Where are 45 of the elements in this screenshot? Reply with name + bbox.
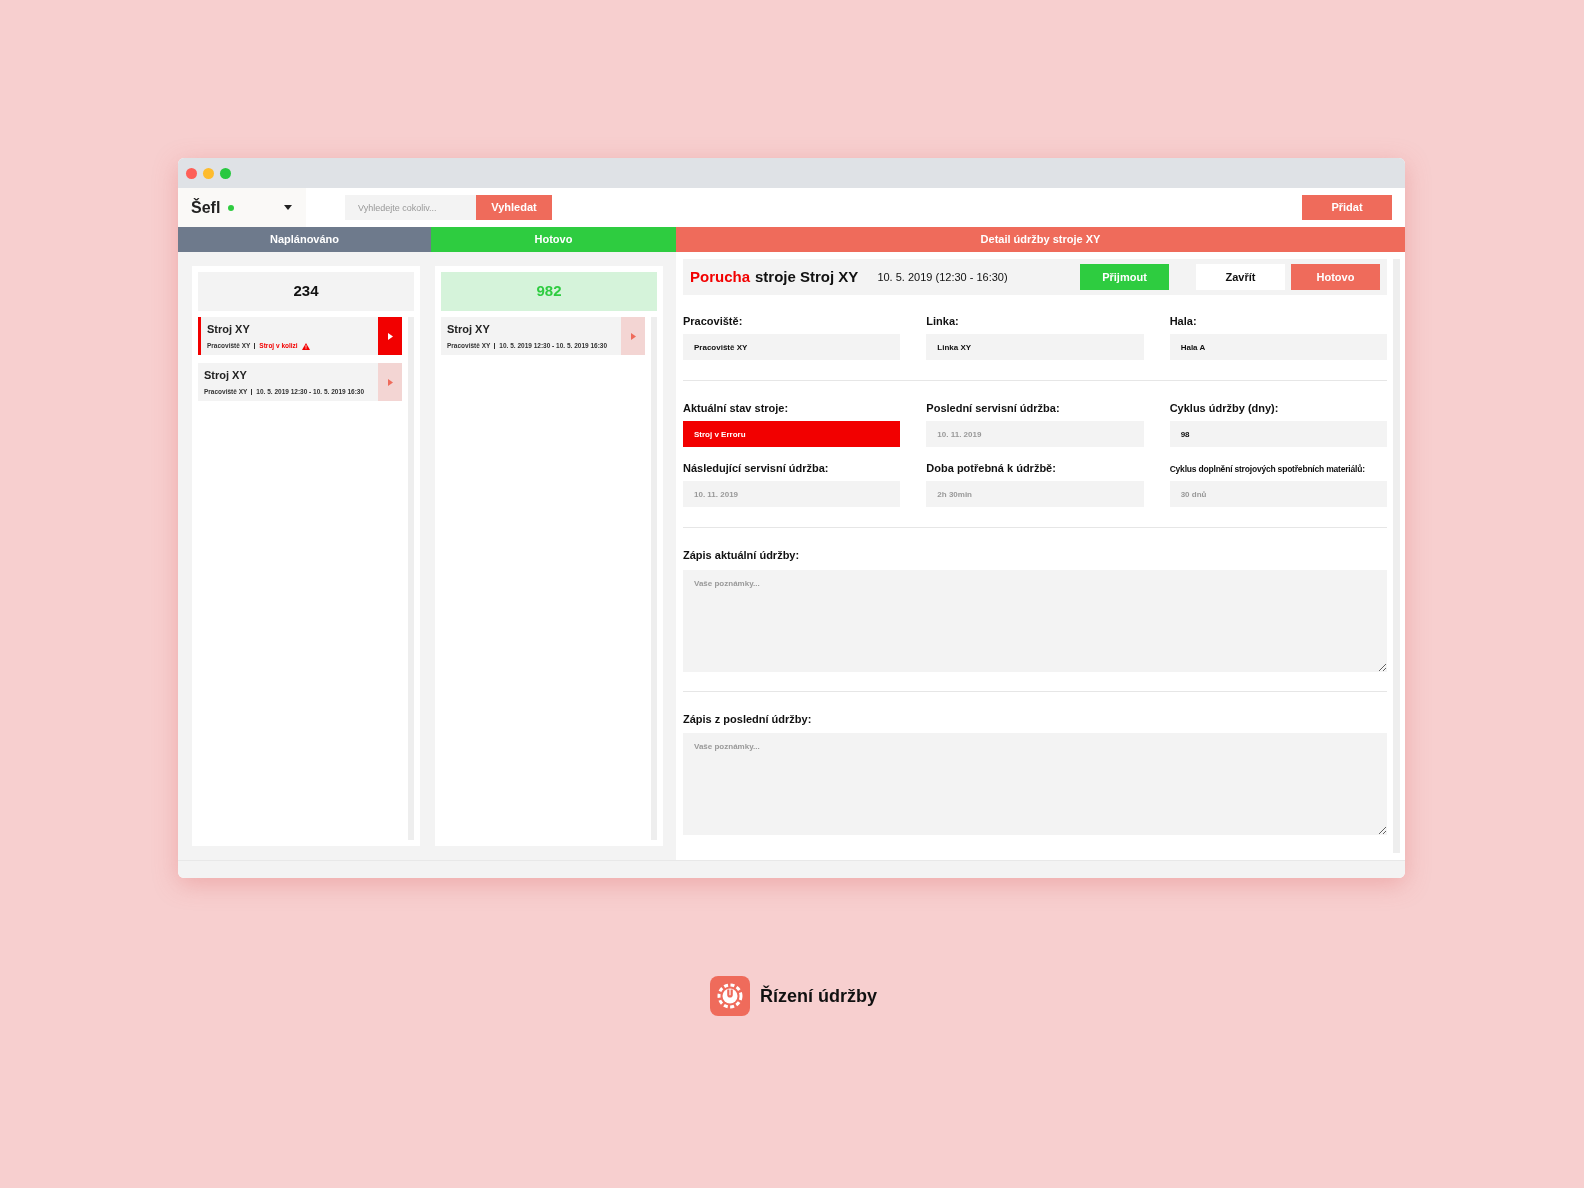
notes-field[interactable]: Vaše poznámky... [683,569,1387,672]
card-title: Stroj XY [207,321,251,337]
user-name: Šefl [191,197,221,218]
gear-wrench-logo-icon [710,976,750,1016]
text-field[interactable]: Pracoviště XY [683,334,901,360]
task-count: 234 [198,272,414,311]
field-label: Poslední servisní údržba: [926,401,1061,416]
detail-date: 10. 5. 2019 (12:30 - 16:30) [877,269,1008,285]
add-button[interactable]: Přidat [1302,195,1392,220]
task-count: 982 [441,272,657,311]
status-field[interactable]: Stroj v Erroru [683,421,901,447]
close-button[interactable]: Zavřít [1196,264,1285,290]
caret-icon [284,205,292,210]
play-icon [630,332,636,340]
card-title: Stroj XY [447,321,491,337]
detail-header: Detail údržby stroje XY [676,227,1405,252]
notes-field[interactable]: Vaše poznámky... [683,733,1387,835]
search-field[interactable]: Vyhledejte cokoliv... [345,195,476,220]
notes-label: Zápis z poslední údržby: [683,711,813,727]
play-icon [387,332,393,340]
text-field[interactable]: 98 [1169,421,1387,447]
play-icon [387,378,393,386]
detail-title: stroje Stroj XY [755,266,859,287]
field-label: Hala: [1169,314,1198,329]
field-label: Linka: [926,314,960,329]
open-button[interactable] [621,317,645,355]
open-button[interactable] [378,317,402,355]
open-button[interactable] [378,363,402,401]
field-label: Cyklus doplnění strojových spotřebních materiálů: [1169,463,1366,476]
done-button[interactable]: Hotovo [1291,264,1380,290]
notes-label: Zápis aktuální údržby: [683,548,801,563]
brand-name: Řízení údržby [760,984,877,1008]
field-label: Doba potřebná k údržbě: [926,461,1057,476]
warning-icon [301,342,310,350]
card-title: Stroj XY [204,367,248,383]
field-label: Pracoviště: [683,314,744,329]
text-field[interactable]: Hala A [1169,334,1387,360]
field-label: Následující servisní údržba: [683,461,830,476]
fault-label: Porucha [690,266,750,287]
column-header[interactable]: Naplánováno [178,227,431,252]
field-label: Cyklus údržby (dny): [1169,401,1280,416]
search-button[interactable]: Vyhledat [476,195,552,220]
field-label: Aktuální stav stroje: [683,401,790,416]
text-field[interactable]: Linka XY [926,334,1144,360]
user-selector[interactable]: Šefl [178,188,306,227]
